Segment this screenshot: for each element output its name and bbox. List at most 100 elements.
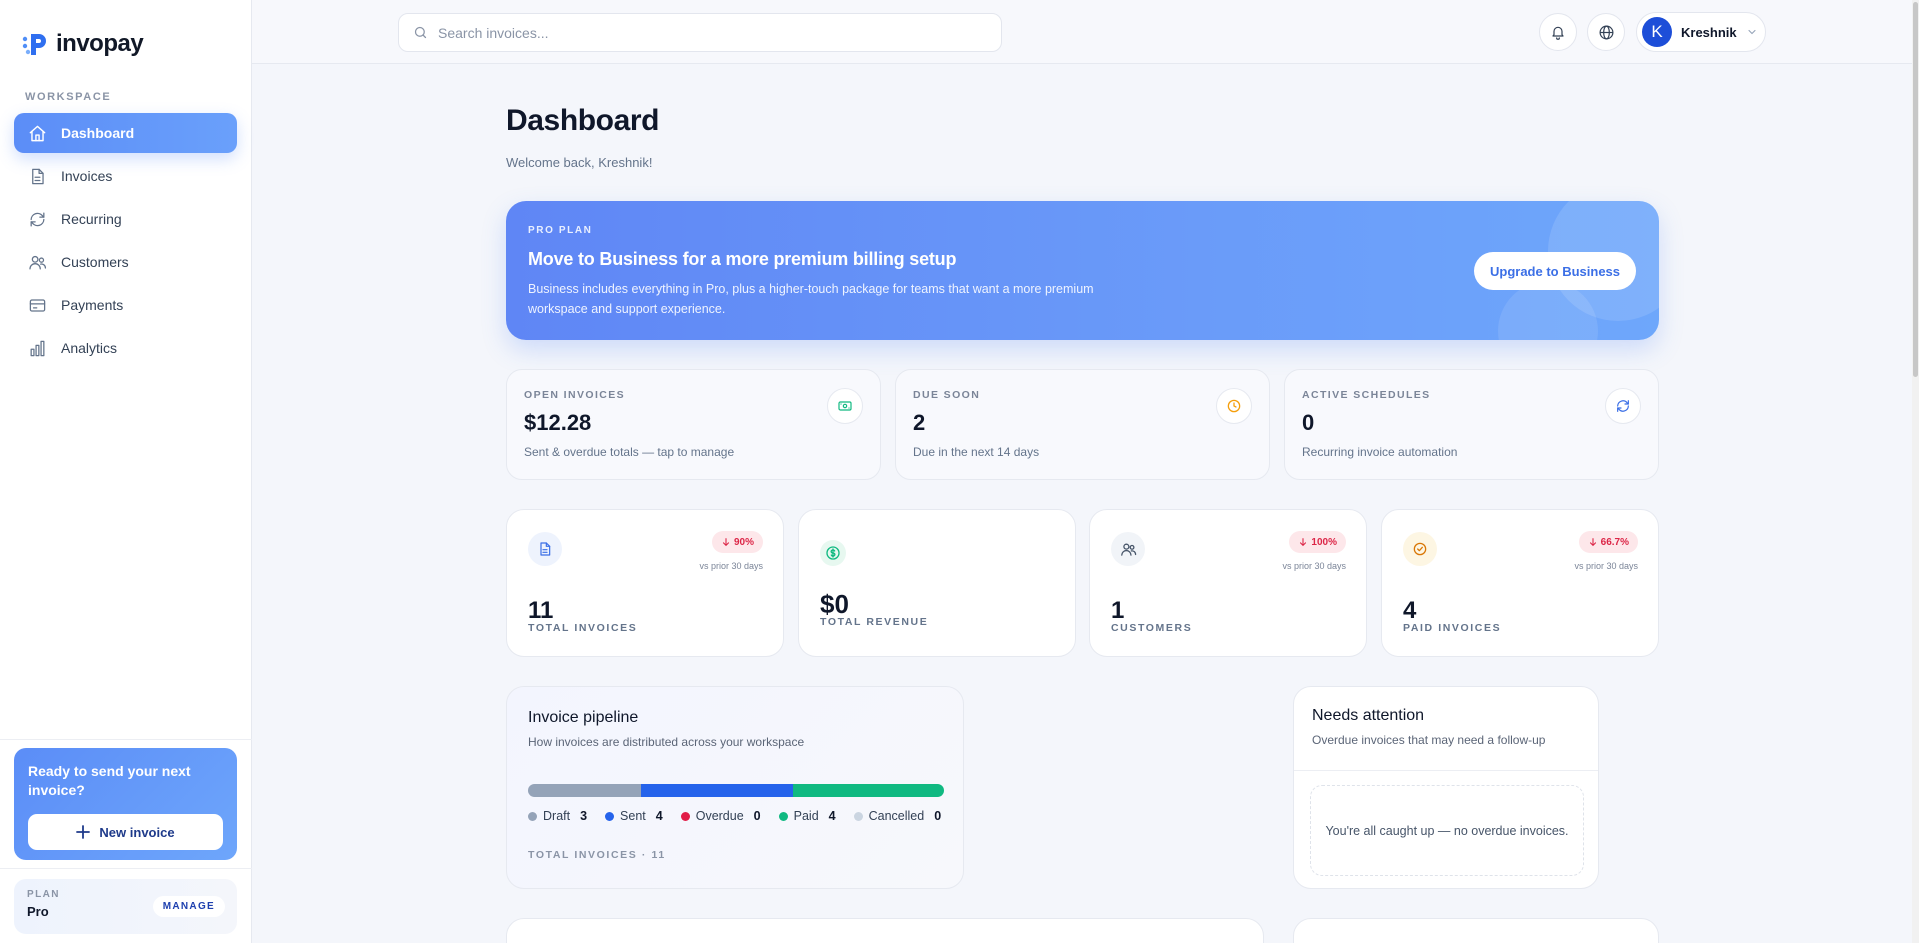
sidebar-nav: Dashboard Invoices Recurring Customers P…: [14, 113, 237, 371]
bottom-card: [1293, 918, 1659, 943]
clock-icon: [1216, 388, 1252, 424]
workspace-section-label: WORKSPACE: [25, 91, 112, 103]
page-scrollbar[interactable]: [1912, 0, 1919, 943]
refresh-icon: [30, 212, 45, 226]
bottom-card: [506, 918, 1264, 943]
kpi-value: 1: [1111, 597, 1125, 624]
pipeline-legend: Draft 3 Sent 4 Overdue 0 Paid 4 Cancelle…: [528, 809, 941, 823]
cta-title: Ready to send your next invoice?: [28, 763, 191, 798]
search-input[interactable]: [438, 24, 958, 41]
stat-label: DUE SOON: [913, 389, 981, 401]
new-invoice-button[interactable]: New invoice: [28, 814, 223, 850]
legend-item-sent: Sent 4: [605, 809, 663, 823]
legend-label: Paid: [793, 809, 819, 823]
sidebar-divider: [0, 868, 252, 869]
sidebar-item-label: Payments: [61, 297, 124, 313]
legend-label: Overdue: [695, 809, 744, 823]
needs-attention-card: Needs attention Overdue invoices that ma…: [1293, 686, 1599, 889]
pipeline-total: TOTAL INVOICES · 11: [528, 849, 666, 861]
logo-mark-icon: [22, 30, 50, 58]
legend-label: Draft: [543, 809, 571, 823]
legend-item-draft: Draft 3: [528, 809, 587, 823]
arrow-down-icon: [722, 538, 730, 547]
manage-plan-button[interactable]: MANAGE: [152, 896, 225, 917]
pipeline-segment-paid: [792, 784, 944, 797]
pipeline-title: Invoice pipeline: [528, 709, 639, 726]
users-icon: [1111, 532, 1145, 566]
kpi-card-customers[interactable]: 100% vs prior 30 days 1 CUSTOMERS: [1089, 509, 1367, 657]
new-invoice-label: New invoice: [99, 824, 175, 840]
stat-card-due-soon[interactable]: DUE SOON 2 Due in the next 14 days: [895, 369, 1270, 480]
stat-card-active-schedules[interactable]: ACTIVE SCHEDULES 0 Recurring invoice aut…: [1284, 369, 1659, 480]
kpi-card-paid-invoices[interactable]: 66.7% vs prior 30 days 4 PAID INVOICES: [1381, 509, 1659, 657]
kpi-card-total-revenue[interactable]: $0 TOTAL REVENUE: [798, 509, 1076, 657]
sidebar-item-label: Dashboard: [61, 125, 135, 141]
sidebar-item-label: Invoices: [61, 168, 113, 184]
pipeline-subtitle: How invoices are distributed across your…: [528, 735, 805, 749]
sidebar-item-analytics[interactable]: Analytics: [14, 328, 237, 368]
bell-icon: [1552, 26, 1564, 40]
dollar-icon: [820, 540, 846, 566]
legend-count: 0: [934, 809, 942, 823]
attention-header: Needs attention Overdue invoices that ma…: [1294, 687, 1598, 771]
pipeline-segment-draft: [528, 784, 642, 797]
sidebar-item-label: Analytics: [61, 340, 118, 356]
plus-icon: [76, 825, 91, 839]
search-box[interactable]: [398, 13, 1002, 52]
plan-card: PLAN Pro MANAGE: [14, 879, 237, 934]
legend-count: 3: [580, 809, 588, 823]
legend-dot: [605, 811, 615, 821]
credit-card-icon: [29, 298, 46, 312]
pipeline-segment-sent: [641, 784, 793, 797]
app-logo[interactable]: invopay: [22, 30, 144, 58]
legend-dot: [528, 811, 537, 821]
invoice-pipeline-card: Invoice pipeline How invoices are distri…: [506, 686, 964, 889]
banner-kicker: PRO PLAN: [528, 225, 593, 236]
sidebar-item-recurring[interactable]: Recurring: [14, 199, 237, 239]
sidebar-item-payments[interactable]: Payments: [14, 285, 237, 325]
attention-empty-state: You're all caught up — no overdue invoic…: [1310, 785, 1584, 876]
sidebar-item-dashboard[interactable]: Dashboard: [14, 113, 237, 153]
legend-item-cancelled: Cancelled 0: [853, 809, 942, 823]
legend-count: 4: [828, 809, 836, 823]
stat-card-open-invoices[interactable]: OPEN INVOICES $12.28 Sent & overdue tota…: [506, 369, 881, 480]
avatar: K: [1642, 17, 1672, 47]
app-name: invopay: [56, 30, 144, 57]
kpi-label: TOTAL INVOICES: [528, 622, 638, 634]
stat-label: OPEN INVOICES: [524, 389, 626, 401]
notifications-button[interactable]: [1539, 13, 1577, 51]
sidebar-item-label: Recurring: [61, 211, 122, 227]
kpi-value: 4: [1403, 597, 1417, 624]
user-menu[interactable]: K Kreshnik: [1636, 12, 1766, 52]
language-button[interactable]: [1587, 13, 1625, 51]
trend-badge: 90%: [711, 531, 763, 553]
legend-dot: [853, 811, 863, 821]
document-icon: [528, 532, 562, 566]
sidebar-item-label: Customers: [61, 254, 129, 270]
legend-item-paid: Paid 4: [778, 809, 836, 823]
topbar: K Kreshnik: [252, 0, 1912, 64]
trend-note: vs prior 30 days: [1282, 561, 1346, 571]
home-icon: [29, 125, 46, 141]
arrow-down-icon: [1300, 538, 1307, 547]
trend-note: vs prior 30 days: [699, 561, 763, 571]
stat-subtext: Due in the next 14 days: [913, 445, 1040, 459]
trend-value: 90%: [733, 536, 754, 548]
sidebar-item-invoices[interactable]: Invoices: [14, 156, 237, 196]
upgrade-button[interactable]: Upgrade to Business: [1474, 252, 1636, 290]
legend-item-overdue: Overdue 0: [680, 809, 761, 823]
attention-title: Needs attention: [1312, 707, 1425, 724]
kpi-label: CUSTOMERS: [1111, 622, 1193, 634]
check-circle-icon: [1403, 532, 1437, 566]
trend-badge: 100%: [1289, 531, 1346, 553]
refresh-icon: [1605, 388, 1641, 424]
scrollbar-thumb[interactable]: [1913, 2, 1918, 377]
search-icon: [414, 26, 427, 39]
banner-title: Move to Business for a more premium bill…: [528, 249, 957, 269]
sidebar-item-customers[interactable]: Customers: [14, 242, 237, 282]
kpi-card-total-invoices[interactable]: 90% vs prior 30 days 11 TOTAL INVOICES: [506, 509, 784, 657]
trend-badge: 66.7%: [1578, 531, 1638, 553]
attention-subtitle: Overdue invoices that may need a follow-…: [1312, 733, 1546, 747]
sidebar: invopay WORKSPACE Dashboard Invoices Rec…: [0, 0, 252, 943]
legend-count: 0: [753, 809, 761, 823]
